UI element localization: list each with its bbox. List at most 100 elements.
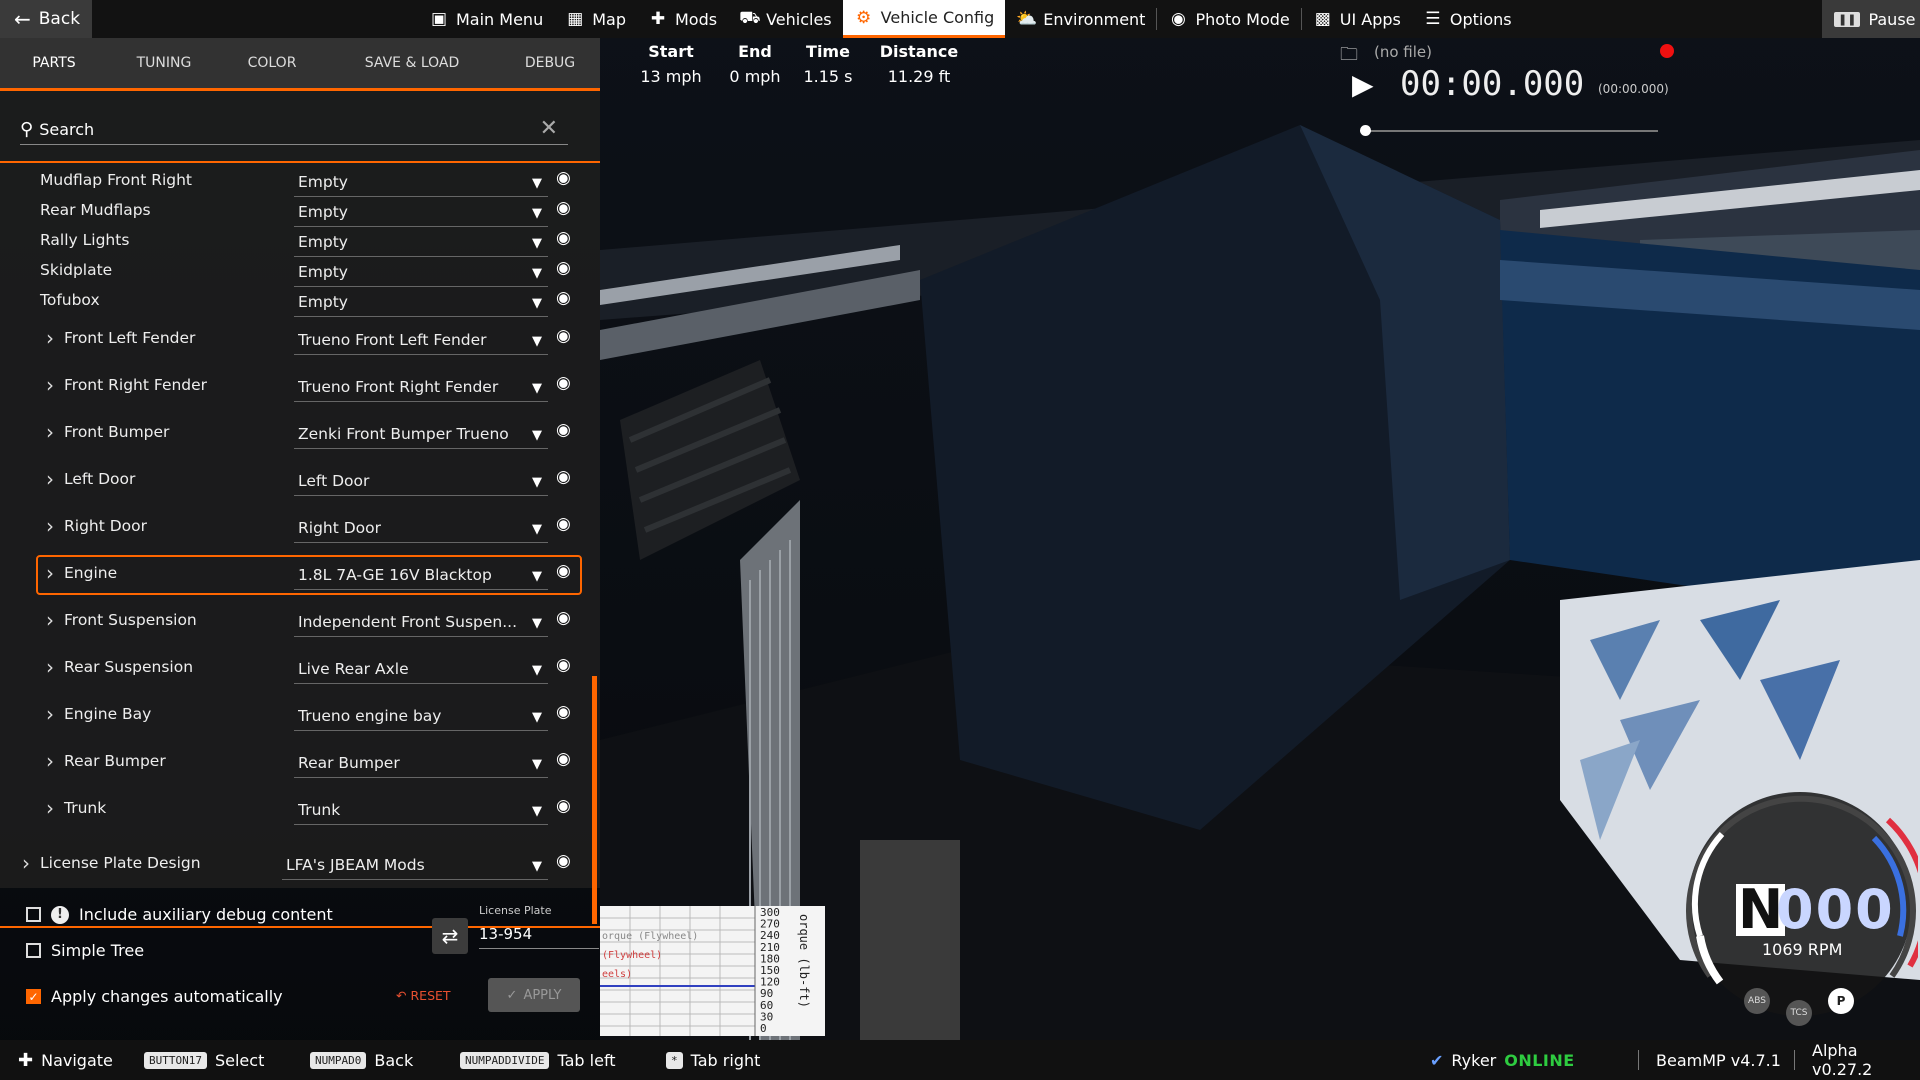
menu-main-menu[interactable]: ▣ Main Menu: [418, 0, 554, 38]
part-row[interactable]: › Rear Bumper Rear Bumper ▼ ◉: [0, 747, 600, 778]
part-value-select[interactable]: Empty: [298, 203, 524, 221]
part-value-select[interactable]: Empty: [298, 233, 524, 251]
part-row[interactable]: › Trunk Trunk ▼ ◉: [0, 794, 600, 825]
chevron-right-icon[interactable]: ›: [46, 749, 54, 773]
part-value-select[interactable]: Independent Front Suspen...: [298, 613, 524, 631]
part-row[interactable]: › Front Suspension Independent Front Suspe…: [0, 606, 600, 637]
search-input[interactable]: ⚲ Search ✕: [20, 114, 568, 145]
chevron-down-icon[interactable]: ▼: [532, 804, 542, 819]
menu-mods[interactable]: ✚ Mods: [637, 0, 728, 38]
part-value-select[interactable]: Rear Bumper: [298, 754, 524, 772]
eye-icon[interactable]: ◉: [556, 655, 571, 675]
eye-icon[interactable]: ◉: [556, 749, 571, 769]
pause-button[interactable]: ❚❚ Pause: [1822, 0, 1920, 38]
chevron-right-icon[interactable]: ›: [46, 655, 54, 679]
chevron-down-icon[interactable]: ▼: [532, 428, 542, 443]
random-plate-button[interactable]: ⇄: [432, 918, 468, 954]
chevron-down-icon[interactable]: ▼: [532, 381, 542, 396]
chevron-right-icon[interactable]: ›: [46, 702, 54, 726]
tab-save-load[interactable]: SAVE & LOAD: [324, 38, 500, 88]
record-button[interactable]: [1660, 44, 1674, 58]
eye-icon[interactable]: ◉: [556, 514, 571, 534]
eye-icon[interactable]: ◉: [556, 608, 571, 628]
chevron-down-icon[interactable]: ▼: [532, 522, 542, 537]
eye-icon[interactable]: ◉: [556, 373, 571, 393]
tab-debug[interactable]: DEBUG: [500, 38, 600, 88]
chevron-down-icon[interactable]: ▼: [532, 176, 542, 191]
reset-button[interactable]: ↶ RESET: [396, 988, 451, 1003]
scrollbar[interactable]: [592, 676, 597, 924]
chevron-down-icon[interactable]: ▼: [532, 475, 542, 490]
eye-icon[interactable]: ◉: [556, 326, 571, 346]
chevron-down-icon[interactable]: ▼: [532, 859, 542, 874]
part-value-select[interactable]: Left Door: [298, 472, 524, 490]
tcs-button[interactable]: TCS: [1786, 1000, 1812, 1026]
eye-icon[interactable]: ◉: [556, 796, 571, 816]
menu-environment[interactable]: ⛅ Environment: [1005, 0, 1156, 38]
chevron-right-icon[interactable]: ›: [22, 851, 30, 875]
part-value-select[interactable]: Trueno Front Right Fender: [298, 378, 524, 396]
tab-parts[interactable]: PARTS: [0, 38, 108, 88]
part-row[interactable]: › Engine 1.8L 7A-GE 16V Blacktop ▼ ◉: [0, 555, 600, 595]
checkbox-aux-debug[interactable]: [26, 907, 41, 922]
eye-icon[interactable]: ◉: [556, 228, 571, 248]
chevron-right-icon[interactable]: ›: [46, 420, 54, 444]
parking-brake-button[interactable]: P: [1828, 988, 1854, 1014]
chevron-down-icon[interactable]: ▼: [532, 296, 542, 311]
chevron-down-icon[interactable]: ▼: [532, 569, 542, 584]
chevron-down-icon[interactable]: ▼: [532, 757, 542, 772]
option-simple-tree[interactable]: Simple Tree: [26, 941, 144, 960]
part-value-select[interactable]: Empty: [298, 173, 524, 191]
eye-icon[interactable]: ◉: [556, 467, 571, 487]
license-plate-input[interactable]: 13-954: [479, 920, 599, 949]
chevron-right-icon[interactable]: ›: [46, 326, 54, 350]
eye-icon[interactable]: ◉: [556, 168, 571, 188]
chevron-right-icon[interactable]: ›: [46, 561, 54, 585]
part-value-select[interactable]: LFA's JBEAM Mods: [286, 856, 512, 874]
part-value-select[interactable]: Empty: [298, 293, 524, 311]
menu-vehicle-config[interactable]: ⚙ Vehicle Config: [842, 0, 1006, 38]
part-row[interactable]: Mudflap Front Right Empty ▼ ◉: [0, 166, 600, 197]
option-aux-debug[interactable]: ! Include auxiliary debug content: [26, 905, 333, 924]
part-row[interactable]: › Left Door Left Door ▼ ◉: [0, 465, 600, 496]
chevron-down-icon[interactable]: ▼: [532, 266, 542, 281]
part-row[interactable]: Skidplate Empty ▼ ◉: [0, 256, 600, 287]
back-button[interactable]: ← Back: [0, 0, 92, 38]
apply-button[interactable]: ✓ APPLY: [488, 978, 580, 1012]
chevron-down-icon[interactable]: ▼: [532, 206, 542, 221]
part-row[interactable]: › Front Right Fender Trueno Front Right Fe…: [0, 371, 600, 402]
chevron-down-icon[interactable]: ▼: [532, 616, 542, 631]
chevron-right-icon[interactable]: ›: [46, 608, 54, 632]
part-row[interactable]: › Front Bumper Zenki Front Bumper Trueno ▼ ◉: [0, 418, 600, 449]
part-value-select[interactable]: Trueno Front Left Fender: [298, 331, 524, 349]
part-value-select[interactable]: Zenki Front Bumper Trueno: [298, 425, 524, 443]
replay-seek-handle[interactable]: [1360, 125, 1371, 136]
eye-icon[interactable]: ◉: [556, 420, 571, 440]
chevron-right-icon[interactable]: ›: [46, 373, 54, 397]
menu-ui-apps[interactable]: ▩ UI Apps: [1302, 0, 1412, 38]
part-row[interactable]: › Right Door Right Door ▼ ◉: [0, 512, 600, 543]
chevron-right-icon[interactable]: ›: [46, 467, 54, 491]
tab-color[interactable]: COLOR: [220, 38, 324, 88]
play-button[interactable]: ▶: [1352, 68, 1374, 101]
close-icon[interactable]: ✕: [540, 116, 558, 141]
menu-map[interactable]: ▦ Map: [554, 0, 637, 38]
chevron-down-icon[interactable]: ▼: [532, 334, 542, 349]
part-row[interactable]: Rear Mudflaps Empty ▼ ◉: [0, 196, 600, 227]
chevron-down-icon[interactable]: ▼: [532, 710, 542, 725]
option-apply-auto[interactable]: ✓ Apply changes automatically: [26, 987, 283, 1006]
part-value-select[interactable]: Live Rear Axle: [298, 660, 524, 678]
chevron-right-icon[interactable]: ›: [46, 796, 54, 820]
part-row[interactable]: Rally Lights Empty ▼ ◉: [0, 226, 600, 257]
eye-icon[interactable]: ◉: [556, 198, 571, 218]
menu-photo-mode[interactable]: ◉ Photo Mode: [1157, 0, 1300, 38]
eye-icon[interactable]: ◉: [556, 702, 571, 722]
eye-icon[interactable]: ◉: [556, 561, 571, 581]
menu-options[interactable]: ☰ Options: [1412, 0, 1523, 38]
part-row[interactable]: › Engine Bay Trueno engine bay ▼ ◉: [0, 700, 600, 731]
eye-icon[interactable]: ◉: [556, 851, 571, 871]
eye-icon[interactable]: ◉: [556, 258, 571, 278]
eye-icon[interactable]: ◉: [556, 288, 571, 308]
checkbox-apply-auto[interactable]: ✓: [26, 989, 41, 1004]
part-value-select[interactable]: Right Door: [298, 519, 524, 537]
